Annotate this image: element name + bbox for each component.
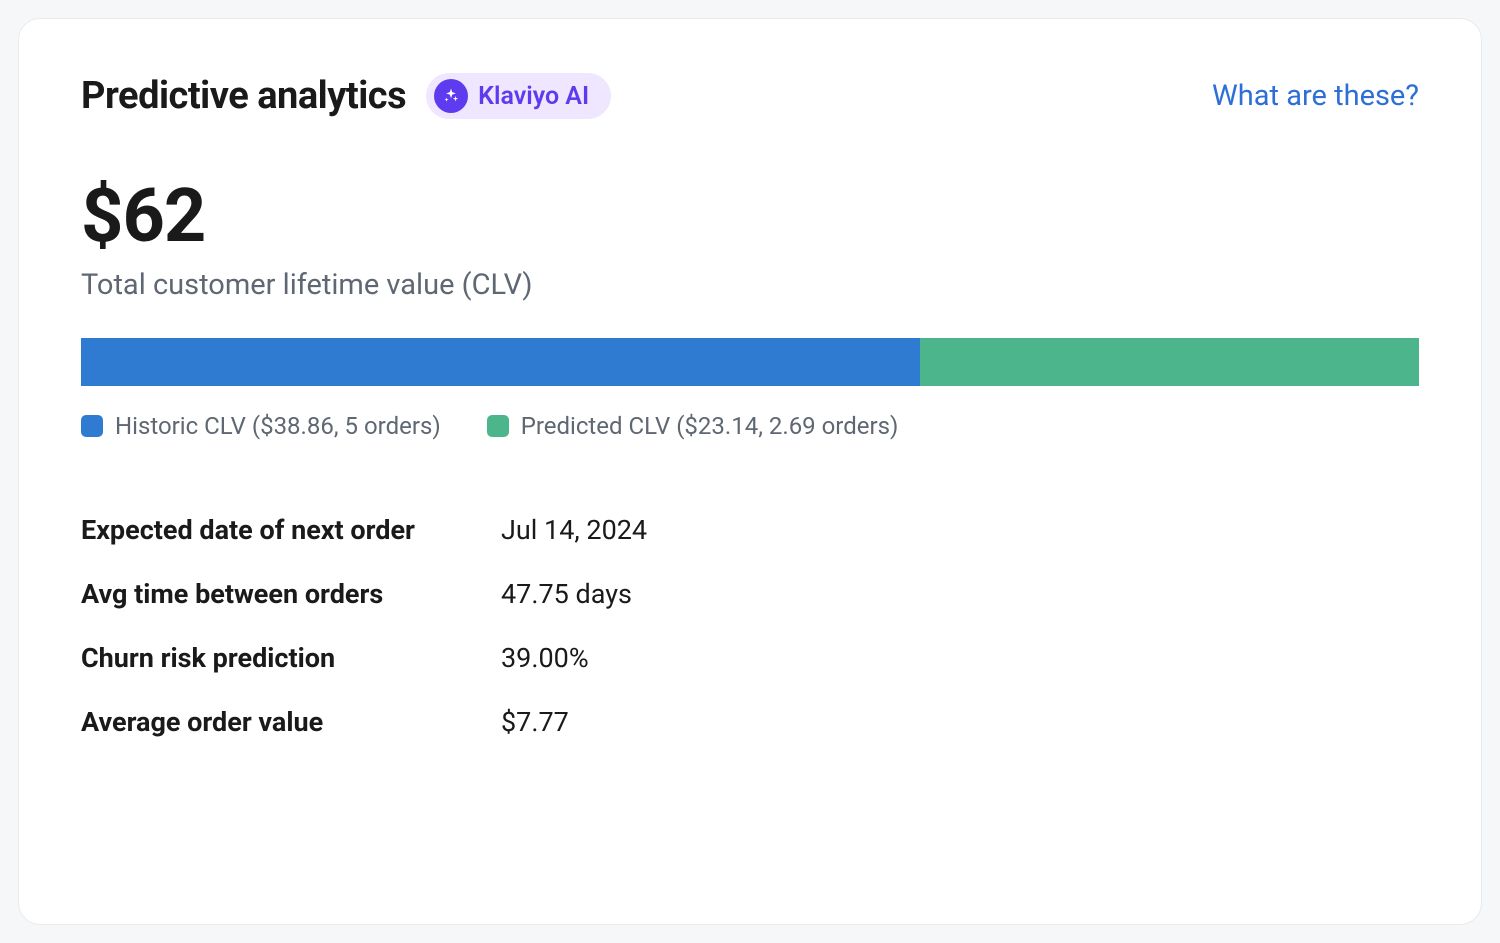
clv-legend: Historic CLV ($38.86, 5 orders) Predicte… xyxy=(81,412,1419,440)
stat-value: 47.75 days xyxy=(501,578,632,610)
clv-bar-historic xyxy=(81,338,920,386)
ai-badge[interactable]: Klaviyo AI xyxy=(426,73,611,119)
stat-label: Expected date of next order xyxy=(81,514,501,546)
stat-value: 39.00% xyxy=(501,642,589,674)
legend-item-predicted: Predicted CLV ($23.14, 2.69 orders) xyxy=(487,412,899,440)
clv-bar-predicted xyxy=(920,338,1419,386)
stat-row: Churn risk prediction 39.00% xyxy=(81,626,1419,690)
predictive-analytics-card: Predictive analytics Klaviyo AI What are… xyxy=(18,18,1482,925)
stat-label: Avg time between orders xyxy=(81,578,501,610)
clv-segmented-bar xyxy=(81,338,1419,386)
clv-subtitle: Total customer lifetime value (CLV) xyxy=(81,268,1419,302)
title-row: Predictive analytics Klaviyo AI xyxy=(81,73,611,119)
legend-swatch-green xyxy=(487,415,509,437)
legend-swatch-blue xyxy=(81,415,103,437)
stat-value: Jul 14, 2024 xyxy=(501,514,647,546)
stat-label: Average order value xyxy=(81,706,501,738)
stat-value: $7.77 xyxy=(501,706,569,738)
help-link[interactable]: What are these? xyxy=(1212,79,1419,113)
ai-badge-label: Klaviyo AI xyxy=(478,82,589,111)
stats-list: Expected date of next order Jul 14, 2024… xyxy=(81,498,1419,754)
stat-row: Expected date of next order Jul 14, 2024 xyxy=(81,498,1419,562)
stat-label: Churn risk prediction xyxy=(81,642,501,674)
card-header: Predictive analytics Klaviyo AI What are… xyxy=(81,73,1419,119)
stat-row: Average order value $7.77 xyxy=(81,690,1419,754)
clv-total-value: $62 xyxy=(81,173,1419,260)
card-title: Predictive analytics xyxy=(81,74,406,118)
stat-row: Avg time between orders 47.75 days xyxy=(81,562,1419,626)
legend-item-historic: Historic CLV ($38.86, 5 orders) xyxy=(81,412,441,440)
legend-label-historic: Historic CLV ($38.86, 5 orders) xyxy=(115,412,441,440)
legend-label-predicted: Predicted CLV ($23.14, 2.69 orders) xyxy=(521,412,899,440)
sparkle-icon xyxy=(434,79,468,113)
